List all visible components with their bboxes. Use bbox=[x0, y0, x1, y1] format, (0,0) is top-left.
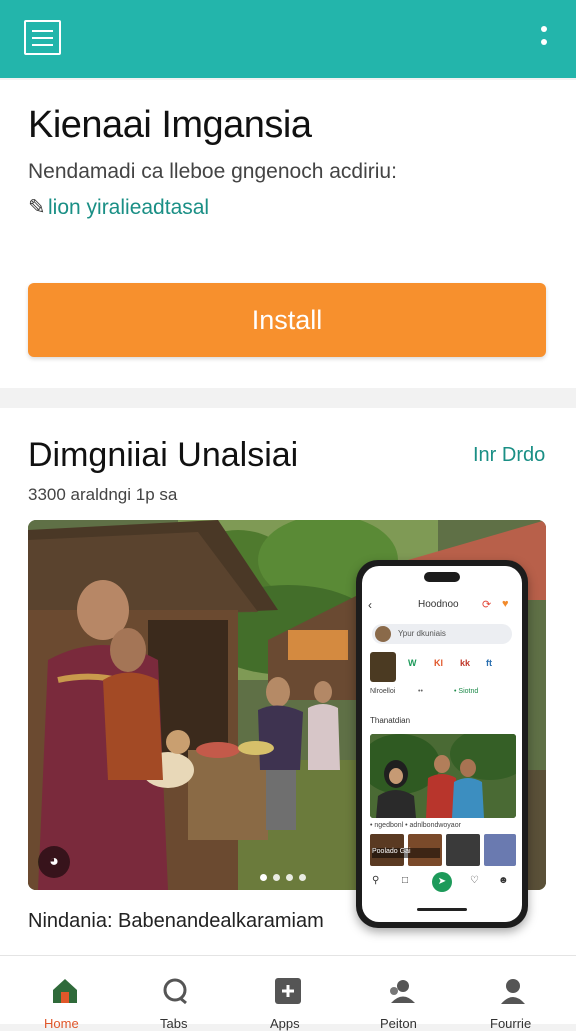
phone-search-text: Ypur dkuniais bbox=[398, 629, 446, 638]
phone-notch bbox=[424, 572, 460, 582]
phone-sub-right: • Siotnd bbox=[454, 688, 479, 695]
phone-sub-mid: •• bbox=[418, 688, 423, 695]
phone-bottom-nav: ⚲ □ ➤ ♡ ☻ bbox=[362, 870, 522, 894]
phone-app-title: Hoodnoo bbox=[418, 599, 459, 610]
section-meta: 3300 araldngi 1p sa bbox=[28, 485, 178, 504]
compose-icon: ➤ bbox=[432, 872, 452, 892]
app-header bbox=[0, 0, 576, 78]
profile-icon[interactable] bbox=[498, 976, 528, 1006]
square-icon: □ bbox=[402, 875, 409, 886]
category-tag: ft bbox=[486, 658, 492, 668]
phone-mockup: ‹ Hoodnoo ⟳ ♥ Ypur dkuniais W Kl kk ft N… bbox=[356, 560, 528, 928]
thumbnail bbox=[484, 834, 516, 866]
strip-caption: Poolado Gai bbox=[372, 848, 440, 858]
back-icon: ‹ bbox=[368, 598, 372, 612]
refresh-icon: ⟳ bbox=[482, 599, 492, 611]
phone-thumbnail-strip: Poolado Gai bbox=[370, 834, 516, 866]
people-photo bbox=[370, 734, 516, 818]
install-button[interactable]: Install bbox=[28, 283, 546, 357]
more-vertical-icon[interactable] bbox=[536, 22, 552, 50]
avatar bbox=[375, 626, 391, 642]
apps-icon[interactable] bbox=[273, 976, 303, 1006]
phone-screen: ‹ Hoodnoo ⟳ ♥ Ypur dkuniais W Kl kk ft N… bbox=[362, 566, 522, 922]
people-icon[interactable] bbox=[386, 976, 416, 1006]
app-subtitle: Nendamadi ca lleboe gngenoch acdiriu: bbox=[28, 160, 397, 183]
phone-section-label: Thanatdian bbox=[370, 716, 411, 725]
phone-caption: • ngedbonl • adnlbondwoyaor bbox=[370, 822, 461, 829]
thumbnail bbox=[446, 834, 480, 866]
edit-icon: ✎ bbox=[28, 196, 46, 219]
heart-outline-icon: ♡ bbox=[470, 875, 479, 886]
phone-sub-left: Nlroelloi bbox=[370, 688, 396, 695]
developer-name: lion yiralieadtasal bbox=[48, 196, 210, 219]
section-title: Dimgniiai Unalsiai bbox=[28, 436, 299, 474]
bottom-navigation: Home Tabs Apps Peiton Fourrie bbox=[0, 955, 576, 1031]
carousel-indicator bbox=[260, 868, 312, 881]
category-thumbnail bbox=[370, 652, 396, 682]
section-more-link[interactable]: Inr Drdo bbox=[473, 444, 545, 467]
hamburger-icon[interactable] bbox=[24, 20, 61, 55]
phone-category-row: W Kl kk ft bbox=[370, 652, 516, 682]
home-icon[interactable] bbox=[50, 976, 80, 1006]
heart-icon: ♥ bbox=[502, 598, 509, 610]
media-icon[interactable]: ◕ bbox=[38, 846, 70, 878]
phone-search-bar: Ypur dkuniais bbox=[372, 624, 512, 644]
profile-icon: ☻ bbox=[498, 875, 509, 886]
category-tag: W bbox=[408, 658, 417, 668]
phone-feature-photo bbox=[370, 734, 516, 818]
search-icon: ⚲ bbox=[372, 875, 380, 886]
category-tag: kk bbox=[460, 658, 471, 668]
category-tag: Kl bbox=[434, 658, 443, 668]
developer-link[interactable]: ✎ lion yiralieadtasal bbox=[28, 195, 209, 220]
home-indicator bbox=[417, 908, 467, 911]
screenshot-caption: Nindania: Babenandealkaramiam bbox=[28, 910, 324, 932]
app-title: Kienaai Imgansia bbox=[28, 104, 312, 146]
phone-sub-row: Nlroelloi •• • Siotnd bbox=[370, 688, 516, 695]
chat-icon[interactable] bbox=[160, 976, 190, 1006]
phone-header: ‹ Hoodnoo ⟳ ♥ bbox=[362, 594, 522, 616]
